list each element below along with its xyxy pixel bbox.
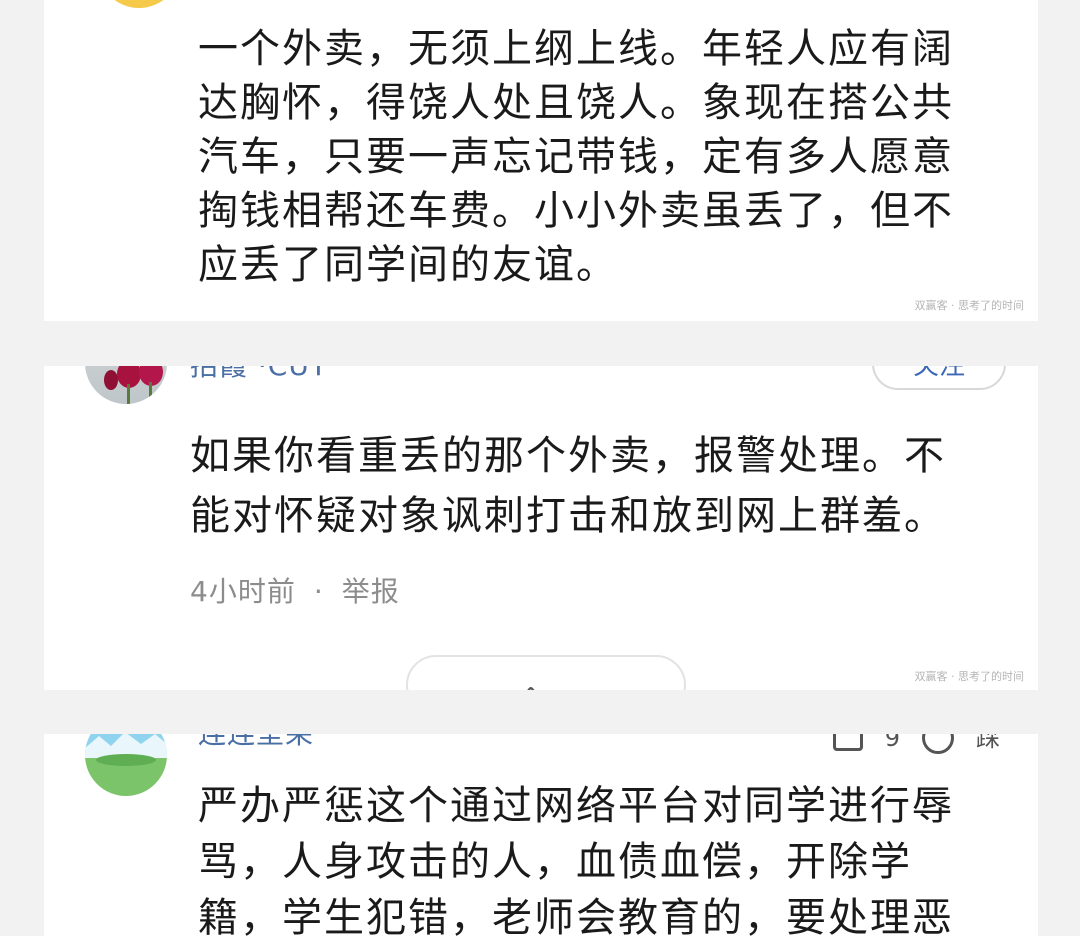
- comment-body: 如果你看重丢的那个外卖，报警处理。不 能对怀疑对象讽刺打击和放到网上群羞。: [190, 426, 1020, 546]
- comment-line: 一个外卖，无须上纲上线。年轻人应有阔: [198, 26, 954, 72]
- watermark: 双赢客 · 思考了的时间: [914, 299, 1025, 312]
- dislike-icon[interactable]: [922, 734, 954, 754]
- comment-line: 骂，人身攻击的人，血债血偿，开除学: [198, 839, 912, 885]
- comment-actions: 9 踩: [832, 734, 1000, 754]
- tulip-icon: [104, 366, 163, 404]
- follow-button[interactable]: 关注: [872, 366, 1006, 390]
- expand-glyph: へ ~: [520, 675, 576, 690]
- comment-line: 如果你看重丢的那个外卖，报警处理。不: [190, 433, 946, 479]
- expand-replies-button[interactable]: へ ~: [406, 655, 686, 690]
- comment-body: 严办严惩这个通过网络平台对同学进行辱 骂，人身攻击的人，血债血偿，开除学 籍，学…: [198, 778, 1028, 936]
- comment-line: 籍，学生犯错，老师会教育的，要处理恶: [198, 895, 954, 936]
- like-count: 9: [884, 734, 900, 752]
- like-icon[interactable]: [832, 734, 863, 751]
- comment-card: 连连垒呆 9 踩 严办严惩这个通过网络平台对同学进行辱 骂，人身攻击的人，血债血…: [44, 734, 1038, 936]
- avatar[interactable]: [85, 366, 167, 404]
- comment-feed: 一个外卖，无须上纲上线。年轻人应有阔 达胸怀，得饶人处且饶人。象现在搭公共 汽车…: [0, 0, 1080, 936]
- comment-line: 能对怀疑对象讽刺打击和放到网上群羞。: [190, 493, 946, 539]
- username[interactable]: 连连垒呆: [198, 734, 314, 748]
- timestamp: 4小时前: [190, 575, 296, 608]
- comment-body: 一个外卖，无须上纲上线。年轻人应有阔 达胸怀，得饶人处且饶人。象现在搭公共 汽车…: [198, 22, 1018, 292]
- dislike-label[interactable]: 踩: [976, 734, 1000, 750]
- comment-line: 严办严惩这个通过网络平台对同学进行辱: [198, 783, 954, 829]
- username[interactable]: 招霞 ·CUT: [190, 366, 328, 380]
- separator: ·: [313, 575, 324, 608]
- watermark: 双赢客 · 思考了的时间: [914, 670, 1025, 683]
- comment-line: 掏钱相帮还车费。小小外卖虽丢了，但不: [198, 188, 954, 234]
- comment-meta: 4小时前 · 举报: [190, 570, 400, 610]
- landscape-icon: [85, 734, 167, 796]
- report-link[interactable]: 举报: [342, 575, 400, 608]
- avatar[interactable]: [85, 734, 167, 796]
- comment-line: 应丢了同学间的友谊。: [198, 242, 618, 288]
- avatar[interactable]: [98, 0, 180, 8]
- comment-card: 一个外卖，无须上纲上线。年轻人应有阔 达胸怀，得饶人处且饶人。象现在搭公共 汽车…: [44, 0, 1038, 321]
- comment-card: 招霞 ·CUT 关注 如果你看重丢的那个外卖，报警处理。不 能对怀疑对象讽刺打击…: [44, 366, 1038, 690]
- comment-line: 汽车，只要一声忘记带钱，定有多人愿意: [198, 134, 954, 180]
- comment-line: 达胸怀，得饶人处且饶人。象现在搭公共: [198, 80, 954, 126]
